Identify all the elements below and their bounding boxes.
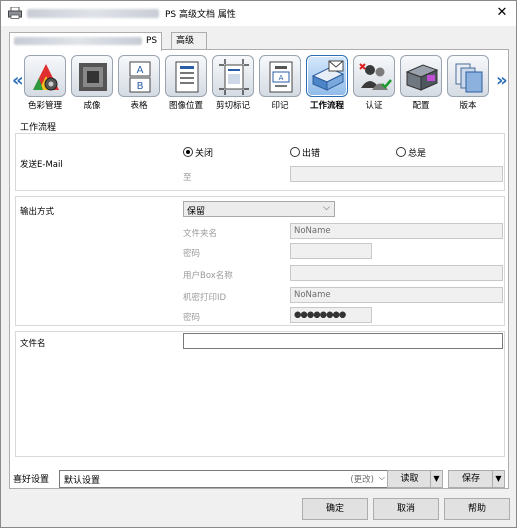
filename-field[interactable] [183, 333, 503, 349]
save-dropdown-icon[interactable]: ▼ [492, 471, 504, 487]
icon-label: 认证 [365, 101, 383, 111]
email-radio-error-label: 出错 [302, 149, 321, 159]
section-title: 工作流程 [20, 123, 57, 133]
tab-strip: PS 高级 [9, 32, 509, 51]
icon-label: 成像 [83, 101, 101, 111]
email-radio-off-label: 关闭 [195, 149, 214, 159]
icon-label: 配置 [412, 101, 430, 111]
user-box-label: 用户Box名称 [183, 271, 233, 281]
title-bar: PS 高级文档 属性 ✕ [1, 1, 516, 26]
chevron-down-icon: ⌵ [378, 473, 385, 482]
radio-checked-icon [183, 147, 193, 157]
close-button[interactable]: ✕ [494, 5, 510, 21]
tab-ps-label: PS [146, 36, 158, 46]
load-button[interactable]: 读取 [388, 471, 431, 487]
tab-advanced-label: 高级 [176, 36, 195, 46]
password2-label: 密码 [183, 313, 201, 323]
preferences-change-label: (更改) [350, 475, 374, 485]
radio-unchecked-icon [290, 147, 300, 157]
email-radio-off[interactable]: 关闭 [183, 146, 213, 159]
printer-properties-dialog: PS 高级文档 属性 ✕ PS 高级 « 色彩管理 成像 A B 表格 图像位置… [0, 0, 517, 528]
load-split-button[interactable]: 读取 ▼ [387, 470, 443, 488]
email-label: 发送E-Mail [20, 160, 63, 170]
icon-item-color-management[interactable]: 色彩管理 [23, 55, 67, 111]
icon-item-image-position[interactable]: 图像位置 [164, 55, 208, 111]
svg-text:B: B [137, 81, 144, 92]
secure-print-id-label: 机密打印ID [183, 293, 227, 303]
stamp-icon: A [259, 55, 301, 97]
icon-label: 版本 [459, 101, 477, 111]
cancel-button[interactable]: 取消 [373, 498, 439, 520]
filename-group: 文件名 [15, 331, 505, 457]
icon-label: 表格 [130, 101, 148, 111]
secure-print-id-field[interactable]: NoName [290, 287, 503, 303]
table-icon: A B [118, 55, 160, 97]
workflow-icon [306, 55, 348, 97]
password1-field[interactable] [290, 243, 372, 259]
icon-item-crop-marks[interactable]: 剪切标记 [211, 55, 255, 111]
svg-text:A: A [137, 65, 144, 76]
icon-label: 印记 [271, 101, 289, 111]
email-to-label: 至 [183, 173, 192, 183]
icon-item-configuration[interactable]: 配置 [399, 55, 443, 111]
icon-item-version[interactable]: 版本 [446, 55, 490, 111]
color-management-icon [24, 55, 66, 97]
help-button[interactable]: 帮助 [444, 498, 510, 520]
email-radio-always-label: 总是 [408, 149, 427, 159]
tab-ps[interactable]: PS [9, 32, 163, 51]
scroll-left-icon[interactable]: « [12, 70, 24, 91]
icon-label: 图像位置 [168, 101, 203, 111]
preferences-select[interactable]: 默认设置 (更改) ⌵ [59, 470, 389, 488]
preferences-label: 喜好设置 [13, 475, 50, 485]
icon-label: 色彩管理 [27, 101, 62, 111]
output-method-select[interactable]: 保留 ⌵ [183, 201, 335, 217]
output-method-value: 保留 [187, 207, 206, 217]
filename-label: 文件名 [20, 339, 46, 349]
icon-item-workflow[interactable]: 工作流程 [305, 55, 349, 111]
crop-marks-icon [212, 55, 254, 97]
password2-field[interactable]: ●●●●●●●● [290, 307, 372, 323]
chevron-down-icon: ⌵ [323, 203, 330, 213]
load-dropdown-icon[interactable]: ▼ [430, 471, 442, 487]
user-box-field[interactable] [290, 265, 503, 281]
scroll-right-icon[interactable]: » [496, 70, 508, 91]
icon-item-authentication[interactable]: 认证 [352, 55, 396, 111]
tab-blurred-text [14, 36, 142, 45]
imaging-icon [71, 55, 113, 97]
email-radio-error[interactable]: 出错 [290, 146, 320, 159]
folder-name-field[interactable]: NoName [290, 223, 503, 239]
printer-icon [8, 7, 22, 19]
title-blurred-text [27, 9, 159, 18]
configuration-icon [400, 55, 442, 97]
password1-label: 密码 [183, 249, 201, 259]
ok-button[interactable]: 确定 [302, 498, 368, 520]
email-to-field[interactable] [290, 166, 503, 182]
output-method-label: 输出方式 [20, 207, 55, 217]
save-split-button[interactable]: 保存 ▼ [448, 470, 505, 488]
email-radio-always[interactable]: 总是 [396, 146, 426, 159]
folder-name-label: 文件夹名 [183, 229, 218, 239]
tab-advanced[interactable]: 高级 [171, 32, 207, 50]
icon-label: 工作流程 [309, 101, 344, 111]
preferences-value: 默认设置 [64, 476, 101, 486]
output-group: 输出方式 保留 ⌵ 文件夹名 NoName 密码 用户Box名称 机密打印ID … [15, 196, 505, 326]
preferences-row: 喜好设置 默认设置 (更改) ⌵ 读取 ▼ 保存 ▼ [9, 469, 509, 489]
version-icon [447, 55, 489, 97]
radio-unchecked-icon [396, 147, 406, 157]
window-title: PS 高级文档 属性 [165, 10, 236, 20]
email-group: 发送E-Mail 关闭 出错 总是 至 [15, 133, 505, 191]
svg-text:A: A [279, 74, 284, 82]
authentication-icon [353, 55, 395, 97]
icon-label: 剪切标记 [215, 101, 250, 111]
save-button[interactable]: 保存 [449, 471, 493, 487]
icon-item-table[interactable]: A B 表格 [117, 55, 161, 111]
icon-item-stamp[interactable]: A 印记 [258, 55, 302, 111]
icon-item-imaging[interactable]: 成像 [70, 55, 114, 111]
image-position-icon [165, 55, 207, 97]
main-panel: « 色彩管理 成像 A B 表格 图像位置 剪切标记 A 印记 工作流程 认证 … [9, 49, 509, 489]
